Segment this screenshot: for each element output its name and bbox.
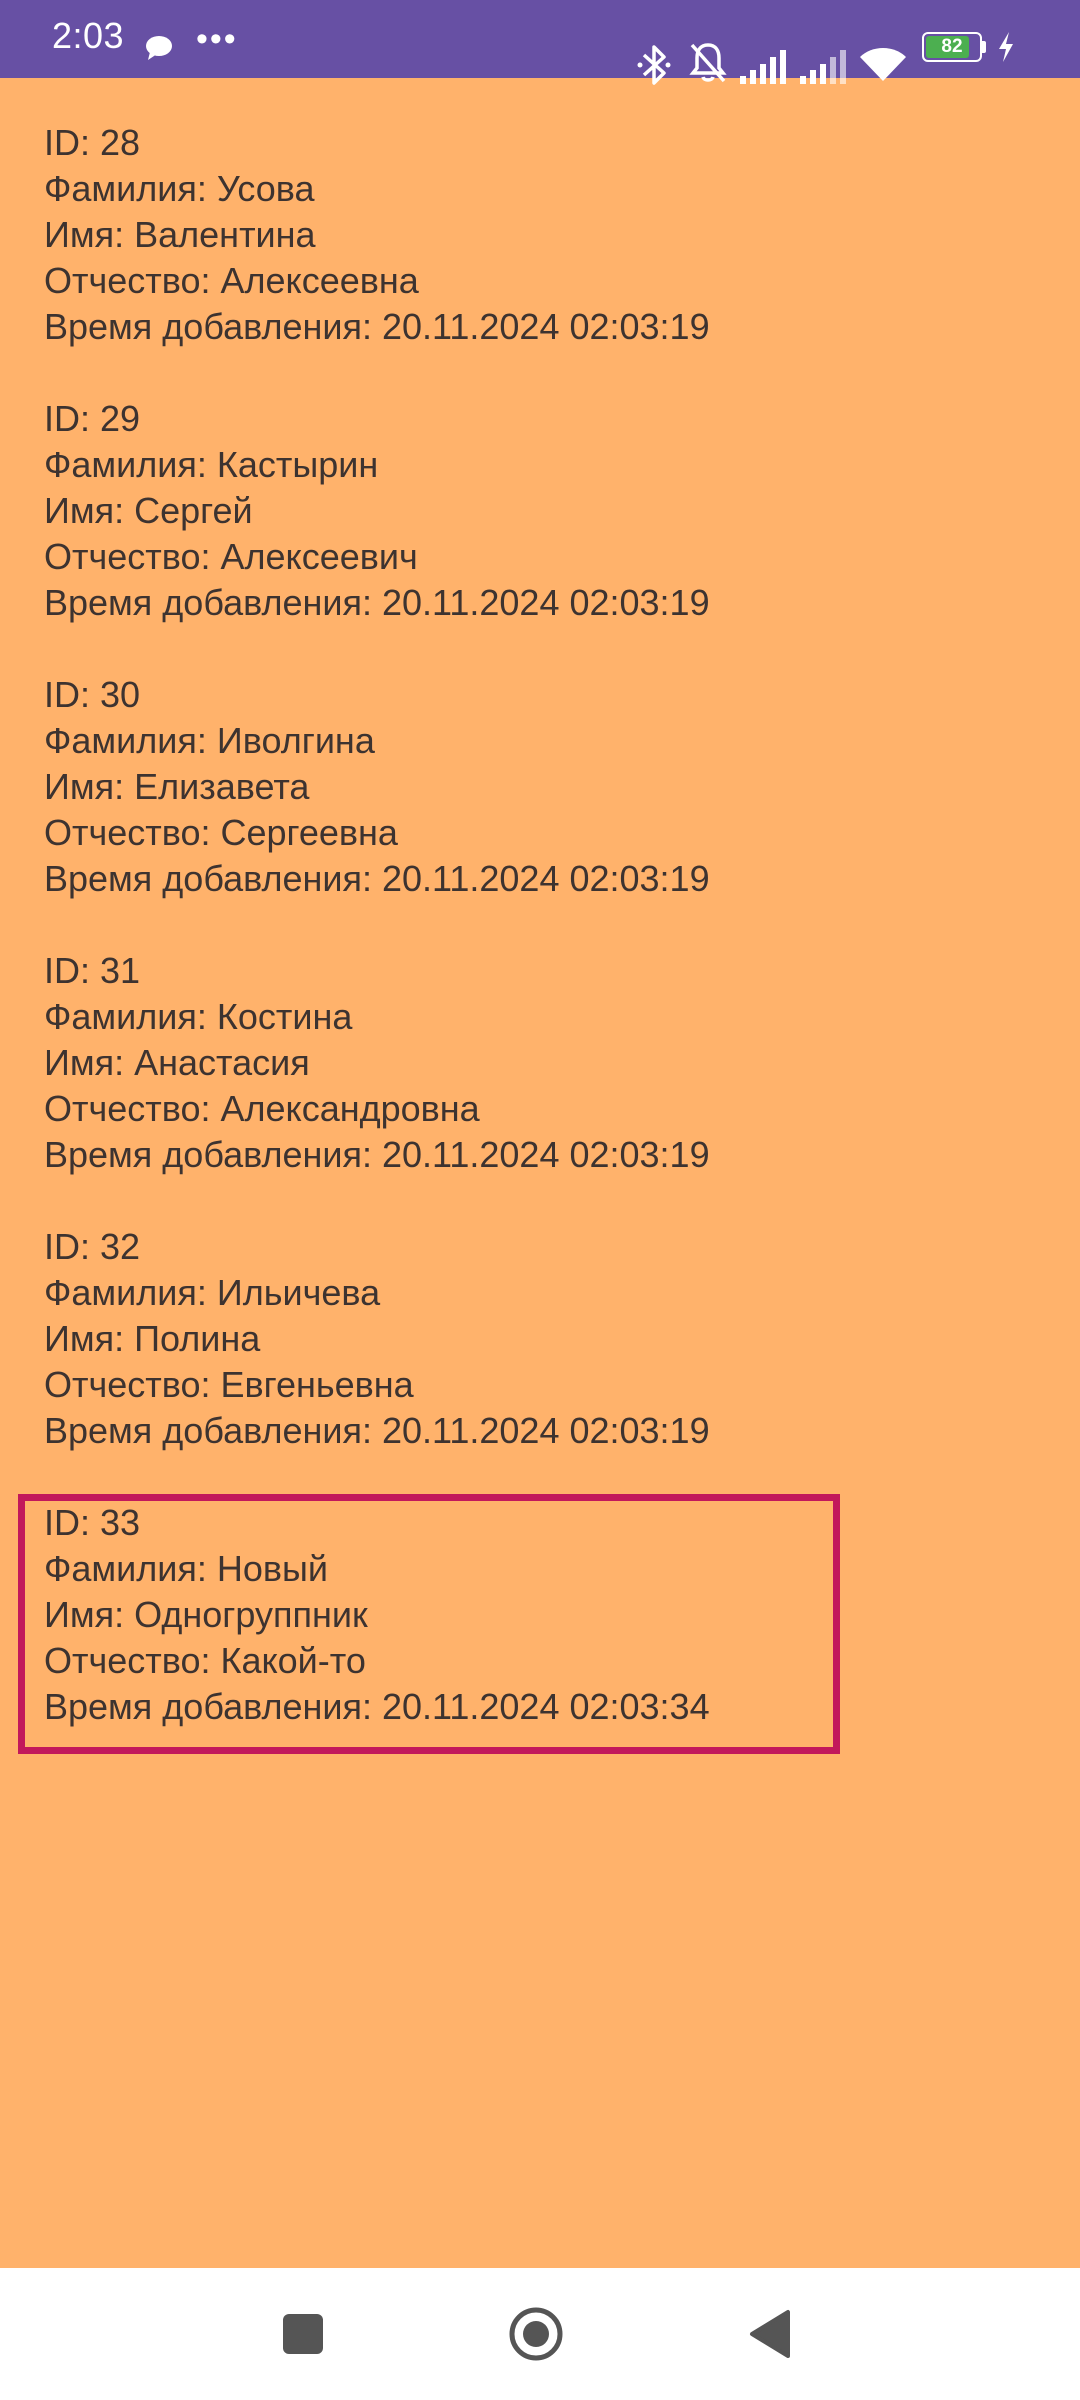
record-patronymic: Отчество: Алексеевич (44, 536, 418, 577)
navigation-bar (0, 2268, 1080, 2400)
signal-icon (740, 50, 786, 84)
record-name: Имя: Полина (44, 1318, 261, 1359)
record-added-time: Время добавления: 20.11.2024 02:03:19 (44, 1410, 710, 1451)
status-time: 2:03 (52, 15, 125, 56)
bluetooth-icon (637, 45, 671, 85)
record-item[interactable]: ID: 32 Фамилия: Ильичева Имя: Полина Отчест… (44, 1224, 844, 1454)
record-added-time: Время добавления: 20.11.2024 02:03:19 (44, 306, 710, 347)
record-patronymic: Отчество: Сергеевна (44, 812, 398, 853)
record-item[interactable]: ID: 28 Фамилия: Усова Имя: Валентина Отчест… (44, 120, 844, 350)
record-id: ID: 28 (44, 122, 141, 163)
charging-bolt-icon (999, 32, 1013, 62)
record-patronymic: Отчество: Евгеньевна (44, 1364, 414, 1405)
home-circle-icon[interactable] (506, 2304, 566, 2364)
more-dots-icon: ••• (196, 20, 238, 58)
record-surname: Фамилия: Ильичева (44, 1272, 381, 1313)
record-name: Имя: Сергей (44, 490, 253, 531)
status-bar: 2:03 ••• 82 (0, 0, 1080, 85)
back-triangle-icon[interactable] (744, 2304, 804, 2364)
record-item[interactable]: ID: 30 Фамилия: Иволгина Имя: Елизавета Отч… (44, 672, 844, 902)
record-id: ID: 30 (44, 674, 141, 715)
record-id: ID: 31 (44, 950, 141, 991)
record-added-time: Время добавления: 20.11.2024 02:03:19 (44, 1134, 710, 1175)
record-surname: Фамилия: Костина (44, 996, 353, 1037)
record-id: ID: 29 (44, 398, 141, 439)
bell-off-icon (689, 43, 727, 83)
record-surname: Фамилия: Кастырин (44, 444, 379, 485)
wifi-icon (860, 48, 906, 81)
signal-icon (800, 50, 846, 84)
record-item[interactable]: ID: 31 Фамилия: Костина Имя: Анастасия Отче… (44, 948, 844, 1178)
record-surname: Фамилия: Усова (44, 168, 315, 209)
record-patronymic: Отчество: Александровна (44, 1088, 480, 1129)
record-added-time: Время добавления: 20.11.2024 02:03:19 (44, 582, 710, 623)
record-name: Имя: Анастасия (44, 1042, 310, 1083)
battery-icon: 82 (922, 32, 986, 62)
record-surname: Фамилия: Иволгина (44, 720, 375, 761)
record-patronymic: Отчество: Алексеевна (44, 260, 419, 301)
recents-square-icon[interactable] (274, 2304, 334, 2364)
record-added-time: Время добавления: 20.11.2024 02:03:19 (44, 858, 710, 899)
battery-level: 82 (941, 36, 963, 57)
record-name: Имя: Валентина (44, 214, 316, 255)
chat-bubble-icon (146, 36, 172, 60)
highlight-box (18, 1494, 840, 1754)
record-item[interactable]: ID: 29 Фамилия: Кастырин Имя: Сергей Отчест… (44, 396, 844, 626)
record-id: ID: 32 (44, 1226, 141, 1267)
record-name: Имя: Елизавета (44, 766, 310, 807)
